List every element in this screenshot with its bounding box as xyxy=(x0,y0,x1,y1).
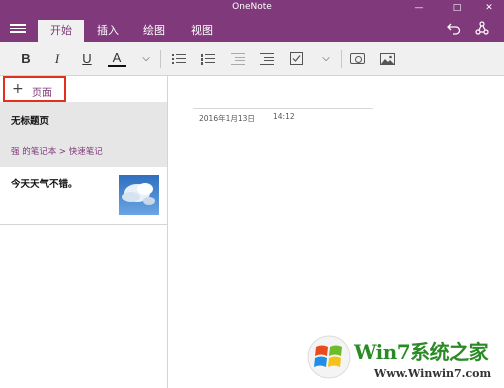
todo-checkbox-icon[interactable] xyxy=(290,52,303,65)
numbered-list-icon[interactable] xyxy=(201,52,215,65)
font-color-button[interactable]: A xyxy=(108,49,126,67)
tab-home[interactable]: 开始 xyxy=(38,20,84,42)
watermark-url: Www.Winwin7.com xyxy=(374,367,492,380)
watermark-brand: Win7系统之家 xyxy=(354,340,489,364)
increase-indent-icon[interactable] xyxy=(260,52,274,65)
hamburger-menu-icon[interactable] xyxy=(10,22,26,36)
tab-draw[interactable]: 绘图 xyxy=(134,20,174,42)
title-bar: OneNote — □ ✕ xyxy=(0,0,504,17)
watermark: Win7系统之家 Www.Winwin7.com xyxy=(304,332,504,388)
add-page-button[interactable]: + 页面 xyxy=(3,76,66,102)
page-thumbnail-image xyxy=(119,175,159,215)
tab-view[interactable]: 视图 xyxy=(182,20,222,42)
note-time: 14:12 xyxy=(273,112,295,121)
italic-button[interactable]: I xyxy=(48,49,66,69)
page-title: 今天天气不错。 xyxy=(11,179,78,190)
decrease-indent-icon[interactable] xyxy=(231,52,245,65)
formatting-toolbar: B I U A ⌵ ⌵ xyxy=(0,42,504,76)
page-title: 无标题页 xyxy=(11,116,50,127)
page-title-underline xyxy=(193,108,373,109)
page-list-pane: + 页面 无标题页 强 的笔记本 > 快速笔记 今天天气不错。 xyxy=(0,76,168,388)
minimize-button[interactable]: — xyxy=(407,0,431,17)
page-breadcrumb: 强 的笔记本 > 快速笔记 xyxy=(11,147,103,157)
ribbon-tab-bar: 开始 插入 绘图 视图 xyxy=(0,17,504,42)
underline-button[interactable]: U xyxy=(78,49,96,69)
toolbar-separator xyxy=(160,50,161,68)
plus-icon: + xyxy=(12,81,24,97)
undo-icon[interactable] xyxy=(446,21,462,37)
bold-button[interactable]: B xyxy=(17,49,35,69)
note-date: 2016年1月13日 xyxy=(199,114,255,123)
share-icon[interactable] xyxy=(474,21,490,37)
list-more-dropdown[interactable]: ⌵ xyxy=(317,49,335,69)
toolbar-separator xyxy=(341,50,342,68)
picture-icon[interactable] xyxy=(380,53,395,65)
maximize-button[interactable]: □ xyxy=(445,0,469,17)
add-page-label: 页面 xyxy=(32,88,52,99)
bullet-list-icon[interactable] xyxy=(172,52,186,65)
page-list-divider xyxy=(0,224,167,225)
page-list-item[interactable]: 无标题页 强 的笔记本 > 快速笔记 xyxy=(0,102,167,167)
more-format-dropdown[interactable]: ⌵ xyxy=(137,49,155,69)
close-button[interactable]: ✕ xyxy=(477,0,501,17)
windows-logo-icon xyxy=(307,335,351,379)
camera-icon[interactable] xyxy=(350,53,365,64)
tab-insert[interactable]: 插入 xyxy=(88,20,128,42)
